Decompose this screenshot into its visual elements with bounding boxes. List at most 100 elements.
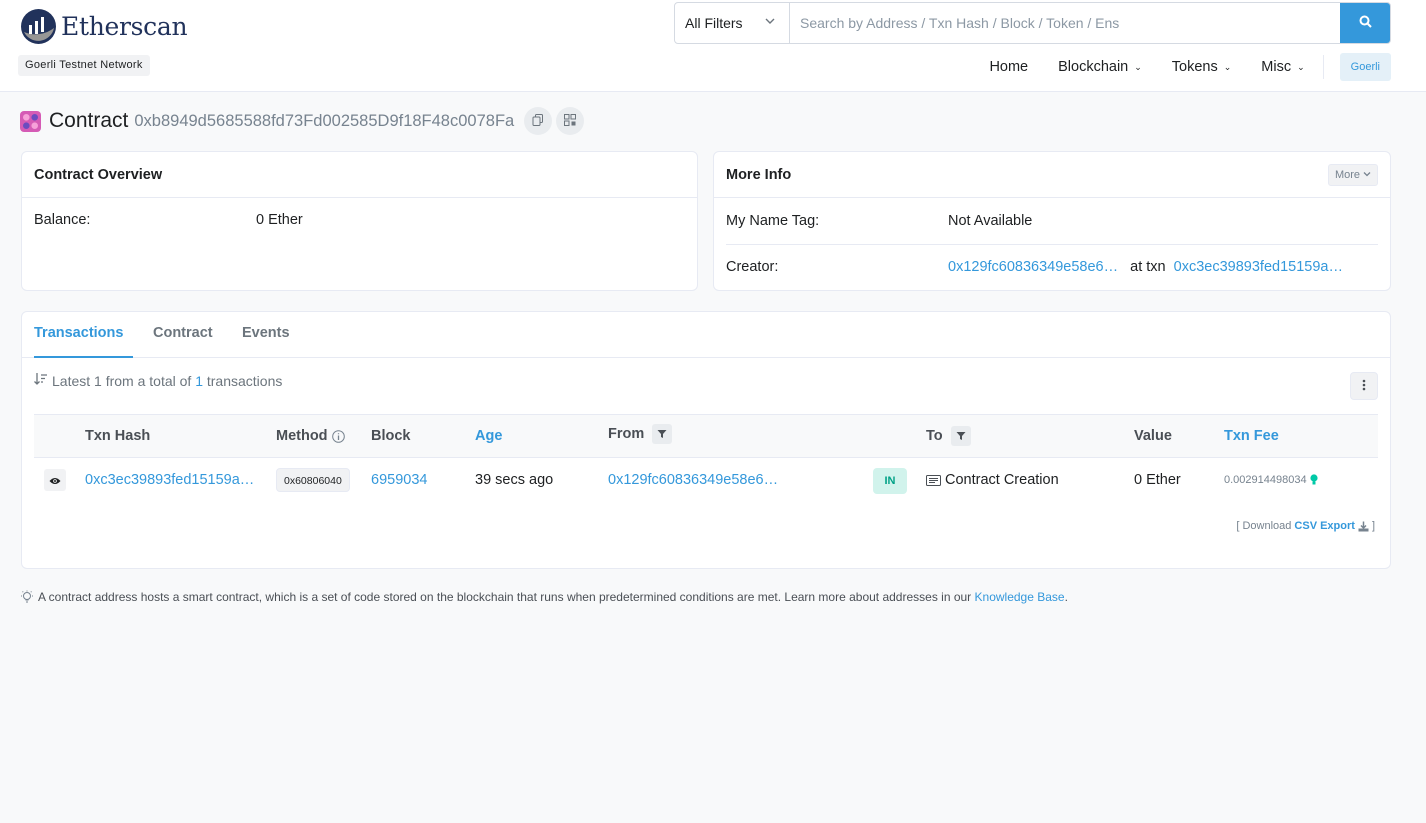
knowledge-base-link[interactable]: Knowledge Base [975,590,1065,604]
nav-blockchain[interactable]: Blockchain ⌄ [1058,59,1142,75]
table-header: Txn Hash Method Block Age From To Value … [34,414,1378,458]
block-link[interactable]: 6959034 [371,458,427,502]
note-text: A contract address hosts a smart contrac… [38,590,972,604]
name-tag-value: Not Available [948,213,1033,229]
eye-icon [49,472,61,488]
vertical-dots-icon [1362,378,1366,394]
search-bar: All Filters [674,2,1391,44]
direction-badge: IN [873,468,907,494]
summary-prefix: Latest 1 from a total of [52,372,192,389]
to-value: Contract Creation [945,472,1059,488]
logo-text: Etherscan [61,12,188,41]
chevron-down-icon: ⌄ [1134,61,1142,72]
etherscan-logo-icon [20,8,57,45]
at-txn-label: at txn [1130,259,1166,275]
contract-creation-icon [926,474,941,486]
copy-icon [532,113,544,129]
qr-code-button[interactable] [556,107,585,135]
txn-fee-value: 0.002914498034 [1224,474,1307,486]
nav-misc-label: Misc [1261,59,1292,75]
transactions-card: Transactions Contract Events Latest 1 fr… [21,311,1391,569]
header-method-label: Method [276,428,328,444]
more-dropdown-button[interactable]: More [1327,163,1378,186]
network-badge: Goerli Testnet Network [18,55,150,76]
more-info-card: More Info More My Name Tag: Not Availabl… [713,151,1391,291]
qr-code-icon [564,113,577,129]
filter-icon[interactable] [950,426,971,446]
gas-bulb-icon [1309,474,1318,486]
sort-desc-icon [34,372,48,389]
more-info-title: More Info [726,166,792,183]
more-button-label: More [1334,168,1360,181]
chevron-down-icon [1363,169,1371,181]
preview-button[interactable] [44,469,66,491]
etherscan-logo[interactable]: Etherscan [20,8,188,45]
filter-icon[interactable] [652,424,673,444]
header-age[interactable]: Age [475,415,502,457]
header-txn-hash: Txn Hash [85,428,151,444]
nav-divider [1322,55,1324,79]
more-options-button[interactable] [1350,372,1378,400]
search-filter-label: All Filters [685,15,743,31]
chevron-down-icon: ⌄ [1297,61,1305,72]
contract-info-note: A contract address hosts a smart contrac… [20,590,1068,604]
note-end: . [1064,590,1068,604]
balance-label: Balance: [34,212,91,228]
network-switch-button[interactable]: Goerli [1339,53,1391,81]
search-input[interactable] [790,3,1340,43]
name-tag-label: My Name Tag: [726,213,820,229]
from-address-link[interactable]: 0x129fc60836349e58e6… [608,458,778,502]
summary-count-link[interactable]: 1 [195,373,203,389]
search-icon [1359,15,1372,31]
transactions-summary: Latest 1 from a total of 1 transactions [34,372,282,389]
csv-export-link[interactable]: CSV Export [1294,520,1355,532]
summary-suffix: transactions [206,372,283,389]
divider [726,244,1378,245]
nav-blockchain-label: Blockchain [1058,59,1129,75]
header-txn-fee[interactable]: Txn Fee [1224,415,1279,457]
txn-hash-link[interactable]: 0xc3ec39893fed15159a… [85,458,254,502]
method-badge: 0x60806040 [276,468,350,492]
nav-tokens[interactable]: Tokens ⌄ [1172,59,1232,75]
chevron-down-icon [765,16,775,29]
lightbulb-icon [20,590,34,604]
contract-address: 0xb8949d5685588fd73Fd002585D9f18F48c0078… [134,111,515,130]
nav-misc[interactable]: Misc ⌄ [1261,59,1304,75]
tab-bar: Transactions Contract Events [22,312,1390,358]
header-to: To [926,415,971,457]
header-from-label: From [608,426,645,442]
creator-address-link[interactable]: 0x129fc60836349e58e6… [948,259,1118,275]
header-value: Value [1134,428,1172,444]
main-nav: Home Blockchain ⌄ Tokens ⌄ Misc ⌄ Goerli [989,48,1391,86]
tab-contract[interactable]: Contract [153,312,213,358]
nav-home[interactable]: Home [989,59,1028,75]
age-value: 39 secs ago [475,472,554,488]
download-close: ] [1371,520,1375,532]
page-title: Contract 0xb8949d5685588fd73Fd002585D9f1… [20,106,588,136]
header-from: From [608,413,673,455]
info-icon[interactable] [331,429,345,443]
copy-address-button[interactable] [524,107,553,135]
page-title-label: Contract [49,109,129,132]
search-button[interactable] [1340,3,1390,43]
header-block: Block [371,428,411,444]
contract-overview-card: Contract Overview Balance: 0 Ether [21,151,698,291]
download-open: [ Download [1236,520,1292,532]
contract-overview-title: Contract Overview [34,166,163,183]
nav-tokens-label: Tokens [1171,59,1218,75]
creator-txn-link[interactable]: 0xc3ec39893fed15159a… [1174,259,1343,275]
txn-fee-cell: 0.002914498034 [1224,458,1318,502]
to-cell: Contract Creation [926,458,1059,502]
tab-transactions[interactable]: Transactions [34,312,133,358]
creator-label: Creator: [726,259,779,275]
nav-home-label: Home [989,59,1029,75]
value-cell: 0 Ether [1134,472,1181,488]
header-to-label: To [926,428,943,444]
balance-value: 0 Ether [256,212,303,228]
download-csv: [ Download CSV Export ] [1236,520,1375,532]
site-header: Etherscan Goerli Testnet Network All Fil… [0,0,1426,92]
tab-events[interactable]: Events [242,312,290,358]
download-icon [1358,521,1369,532]
search-filter-select[interactable]: All Filters [675,3,790,43]
table-row: 0xc3ec39893fed15159a… 0x60806040 6959034… [34,458,1378,502]
